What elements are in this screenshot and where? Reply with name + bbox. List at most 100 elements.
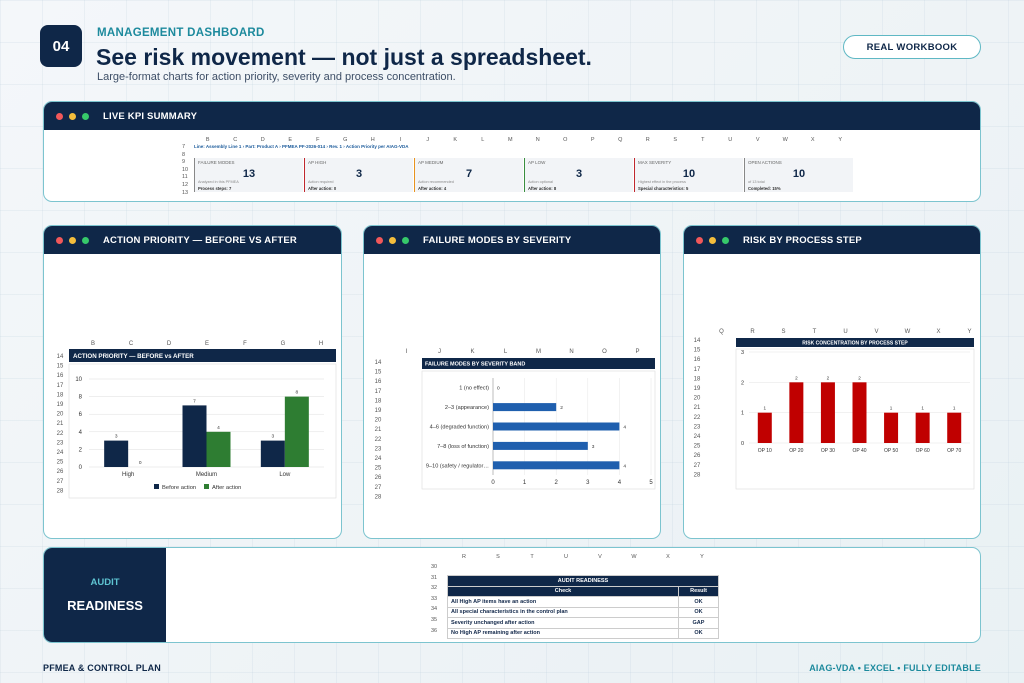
- audit-table: AUDIT READINESS Check Result All High AP…: [447, 575, 719, 639]
- table-title-row: AUDIT READINESS: [447, 575, 719, 587]
- chart-title: FAILURE MODES BY SEVERITY BAND: [425, 362, 525, 368]
- data-label: 4: [217, 425, 220, 431]
- data-label: 0: [497, 386, 500, 392]
- row-number: 33: [431, 595, 438, 602]
- kpi-card: MAX SEVERITY 10 Highest effect in the proc…: [634, 158, 743, 192]
- bar: [493, 422, 620, 431]
- audit-title: READINESS: [67, 598, 143, 613]
- panel-header: RISK BY PROCESS STEP: [684, 226, 980, 254]
- kpi-value: 3: [355, 168, 363, 180]
- row-number: 27: [694, 463, 701, 469]
- column-letter: R: [645, 137, 650, 143]
- data-label: 3: [115, 434, 118, 440]
- column-headers: R S T U V W X Y: [447, 554, 719, 560]
- window-controls: [56, 112, 89, 120]
- check-cell: Severity unchanged after action: [447, 617, 679, 629]
- minimize-dot-icon[interactable]: [389, 236, 396, 244]
- window-controls: [696, 236, 729, 244]
- maximize-dot-icon[interactable]: [82, 236, 89, 244]
- maximize-dot-icon[interactable]: [402, 236, 409, 244]
- data-label: 4: [623, 425, 626, 431]
- y-tick-label: 0: [741, 441, 744, 447]
- audit-readiness-panel: AUDIT READINESS RSTUVWXY 30 31 32 33 34 35 36 …: [43, 547, 981, 643]
- section-kicker: MANAGEMENT DASHBOARD: [97, 27, 265, 39]
- row-number: 26: [57, 469, 64, 475]
- chart-title: ACTION PRIORITY — BEFORE vs AFTER: [73, 353, 194, 360]
- row-number: 30: [431, 564, 438, 570]
- row-number: 23: [375, 446, 382, 452]
- panel-header: ACTION PRIORITY — BEFORE VS AFTER: [44, 226, 341, 254]
- column-letter: U: [728, 137, 733, 143]
- close-dot-icon[interactable]: [696, 236, 703, 244]
- row-number: 24: [375, 456, 382, 462]
- kpi-note: Action required: [308, 180, 334, 184]
- window-controls: [56, 236, 89, 244]
- column-letter: W: [782, 137, 788, 143]
- minimize-dot-icon[interactable]: [69, 112, 76, 120]
- row-number: 23: [57, 440, 64, 446]
- category-label: 1 (no effect): [459, 386, 489, 392]
- bar: [947, 412, 962, 443]
- kpi-label: AP HIGH: [308, 160, 327, 165]
- close-dot-icon[interactable]: [56, 236, 63, 244]
- column-letter: I: [406, 349, 408, 355]
- column-letter: W: [905, 329, 911, 335]
- column-letter: O: [563, 137, 568, 143]
- kpi-label: AP MEDIUM: [418, 160, 444, 165]
- kpi-after: Process steps: 7: [198, 186, 232, 191]
- column-letter: S: [673, 137, 678, 143]
- row-number: 26: [694, 453, 701, 459]
- x-tick-label: Medium: [196, 472, 217, 478]
- x-tick-label: OP 60: [916, 448, 930, 454]
- footer-right: AIAG-VDA • EXCEL • FULLY EDITABLE: [809, 663, 981, 673]
- column-header-check: Check: [447, 585, 679, 597]
- column-letter: M: [507, 137, 513, 143]
- data-label: 2: [795, 375, 798, 380]
- kpi-label: FAILURE MODES: [198, 160, 235, 165]
- kpi-card: AP HIGH 3 Action required After action: 0: [304, 158, 413, 192]
- row-number: 35: [431, 616, 438, 623]
- panel-title: LIVE KPI SUMMARY: [103, 110, 198, 122]
- row-number: 25: [375, 466, 382, 472]
- table-row: All High AP items have an action OK: [447, 596, 719, 608]
- close-dot-icon[interactable]: [376, 236, 383, 244]
- bar: [789, 382, 804, 443]
- kpi-note: Highest effect in the process: [638, 180, 686, 184]
- row-number: 20: [375, 418, 382, 424]
- row-number: 19: [694, 386, 701, 392]
- column-letter: H: [370, 137, 375, 143]
- data-label: 8: [295, 390, 298, 396]
- column-letter: X: [936, 329, 940, 335]
- row-number: 24: [694, 434, 701, 440]
- column-letter: D: [260, 137, 265, 143]
- chart-title: RISK CONCENTRATION BY PROCESS STEP: [802, 341, 908, 347]
- kpi-card: AP MEDIUM 7 Action recommended After action…: [414, 158, 523, 192]
- row-number: 21: [694, 405, 701, 411]
- check-cell: All special characteristics in the contr…: [447, 606, 679, 618]
- result-cell: OK: [678, 606, 719, 618]
- legend-label: After action: [212, 485, 241, 491]
- column-letter: J: [426, 137, 430, 143]
- column-letter: K: [470, 349, 474, 355]
- data-label: 2: [827, 375, 830, 380]
- column-letter: G: [343, 137, 348, 143]
- y-tick-label: 1: [741, 411, 744, 417]
- table-header-row: Check Result: [447, 585, 719, 597]
- window-controls: [376, 236, 409, 244]
- row-number: 20: [57, 412, 64, 418]
- row-number: 15: [694, 348, 701, 354]
- x-tick-label: OP 50: [884, 448, 898, 454]
- minimize-dot-icon[interactable]: [709, 236, 716, 244]
- minimize-dot-icon[interactable]: [69, 236, 76, 244]
- row-number: 28: [375, 494, 382, 500]
- x-tick-label: High: [122, 472, 134, 478]
- maximize-dot-icon[interactable]: [82, 112, 89, 120]
- close-dot-icon[interactable]: [56, 112, 63, 120]
- row-number: 28: [694, 472, 701, 478]
- row-number: 22: [694, 415, 701, 421]
- real-workbook-button[interactable]: REAL WORKBOOK: [843, 35, 981, 59]
- category-label: 9–10 (safety / regulator…: [426, 463, 489, 469]
- maximize-dot-icon[interactable]: [722, 236, 729, 244]
- column-letter: V: [598, 554, 602, 560]
- column-letter: C: [129, 341, 134, 347]
